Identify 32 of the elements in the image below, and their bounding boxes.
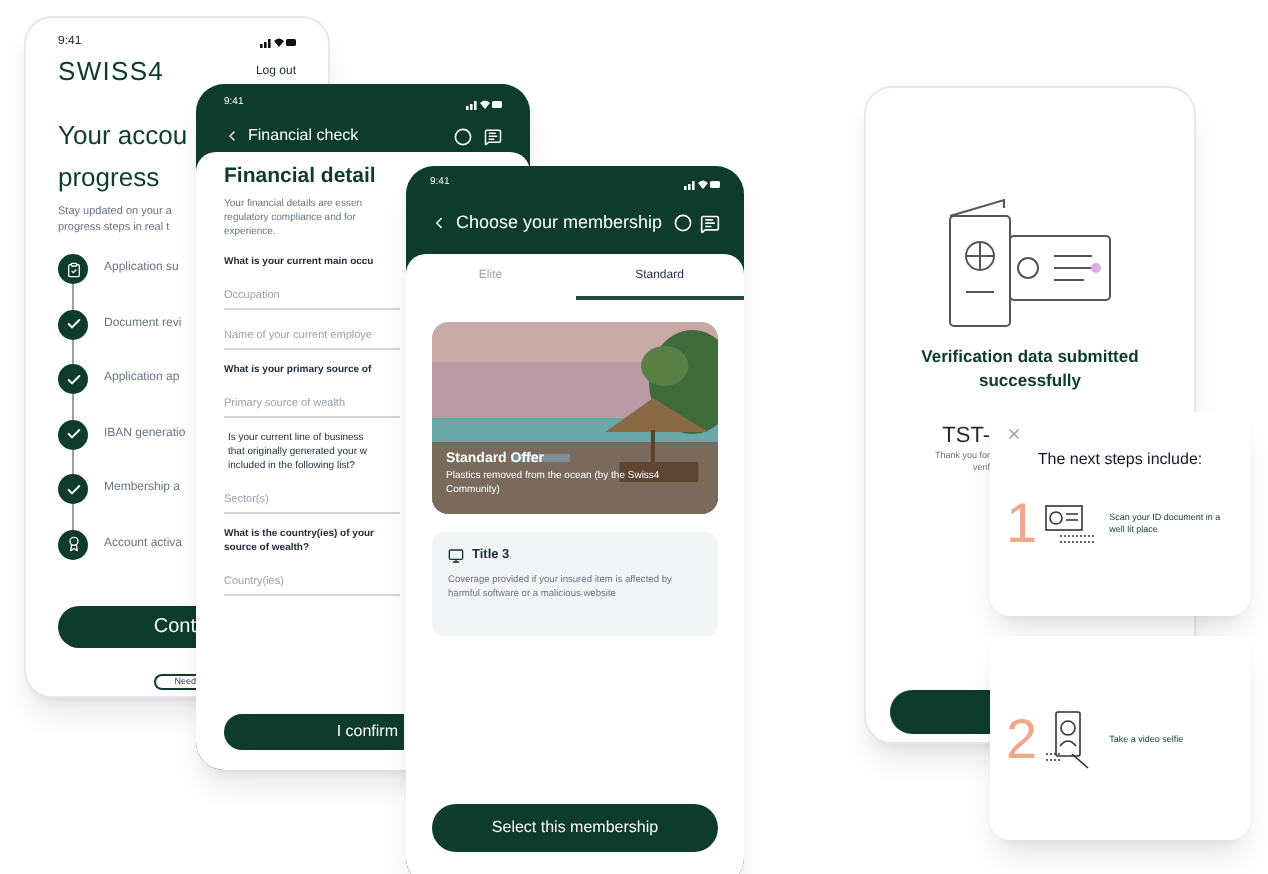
monitor-icon bbox=[448, 547, 464, 564]
success-title: Verification data submitted successfully bbox=[919, 344, 1141, 392]
screen-title: Choose your membership bbox=[456, 210, 663, 236]
check-icon bbox=[65, 371, 81, 387]
confirm-button[interactable]: I confirm bbox=[224, 714, 404, 750]
screen-title: Financial check bbox=[248, 124, 359, 148]
close-icon[interactable] bbox=[1006, 426, 1022, 442]
step-number: 1 bbox=[1006, 496, 1038, 552]
id-card-icon bbox=[1043, 504, 1096, 544]
reference-number: TST- bbox=[942, 424, 990, 450]
timer-icon[interactable] bbox=[674, 214, 692, 233]
back-icon[interactable] bbox=[430, 214, 448, 233]
step-number: 2 bbox=[1006, 712, 1038, 768]
chat-icon[interactable] bbox=[484, 127, 502, 145]
status-icons bbox=[260, 36, 296, 48]
steps-heading: The next steps include: bbox=[1035, 448, 1205, 472]
award-icon bbox=[65, 536, 81, 552]
clipboard-icon bbox=[65, 261, 81, 277]
status-icons bbox=[684, 177, 720, 189]
check-icon bbox=[65, 426, 81, 442]
primary-button[interactable] bbox=[890, 690, 990, 734]
chat-icon[interactable] bbox=[700, 213, 720, 234]
back-icon[interactable] bbox=[224, 128, 240, 144]
status-icons bbox=[466, 97, 502, 109]
check-icon bbox=[65, 481, 81, 497]
continue-button[interactable]: Cont bbox=[58, 605, 198, 647]
page-title: Your accou progress bbox=[58, 118, 188, 196]
select-button[interactable]: Select this membership bbox=[432, 804, 718, 852]
timer-icon[interactable] bbox=[454, 127, 472, 145]
logo: SWISS4 bbox=[58, 56, 165, 88]
section-title: Financial detail bbox=[224, 162, 376, 192]
check-icon bbox=[65, 316, 81, 332]
